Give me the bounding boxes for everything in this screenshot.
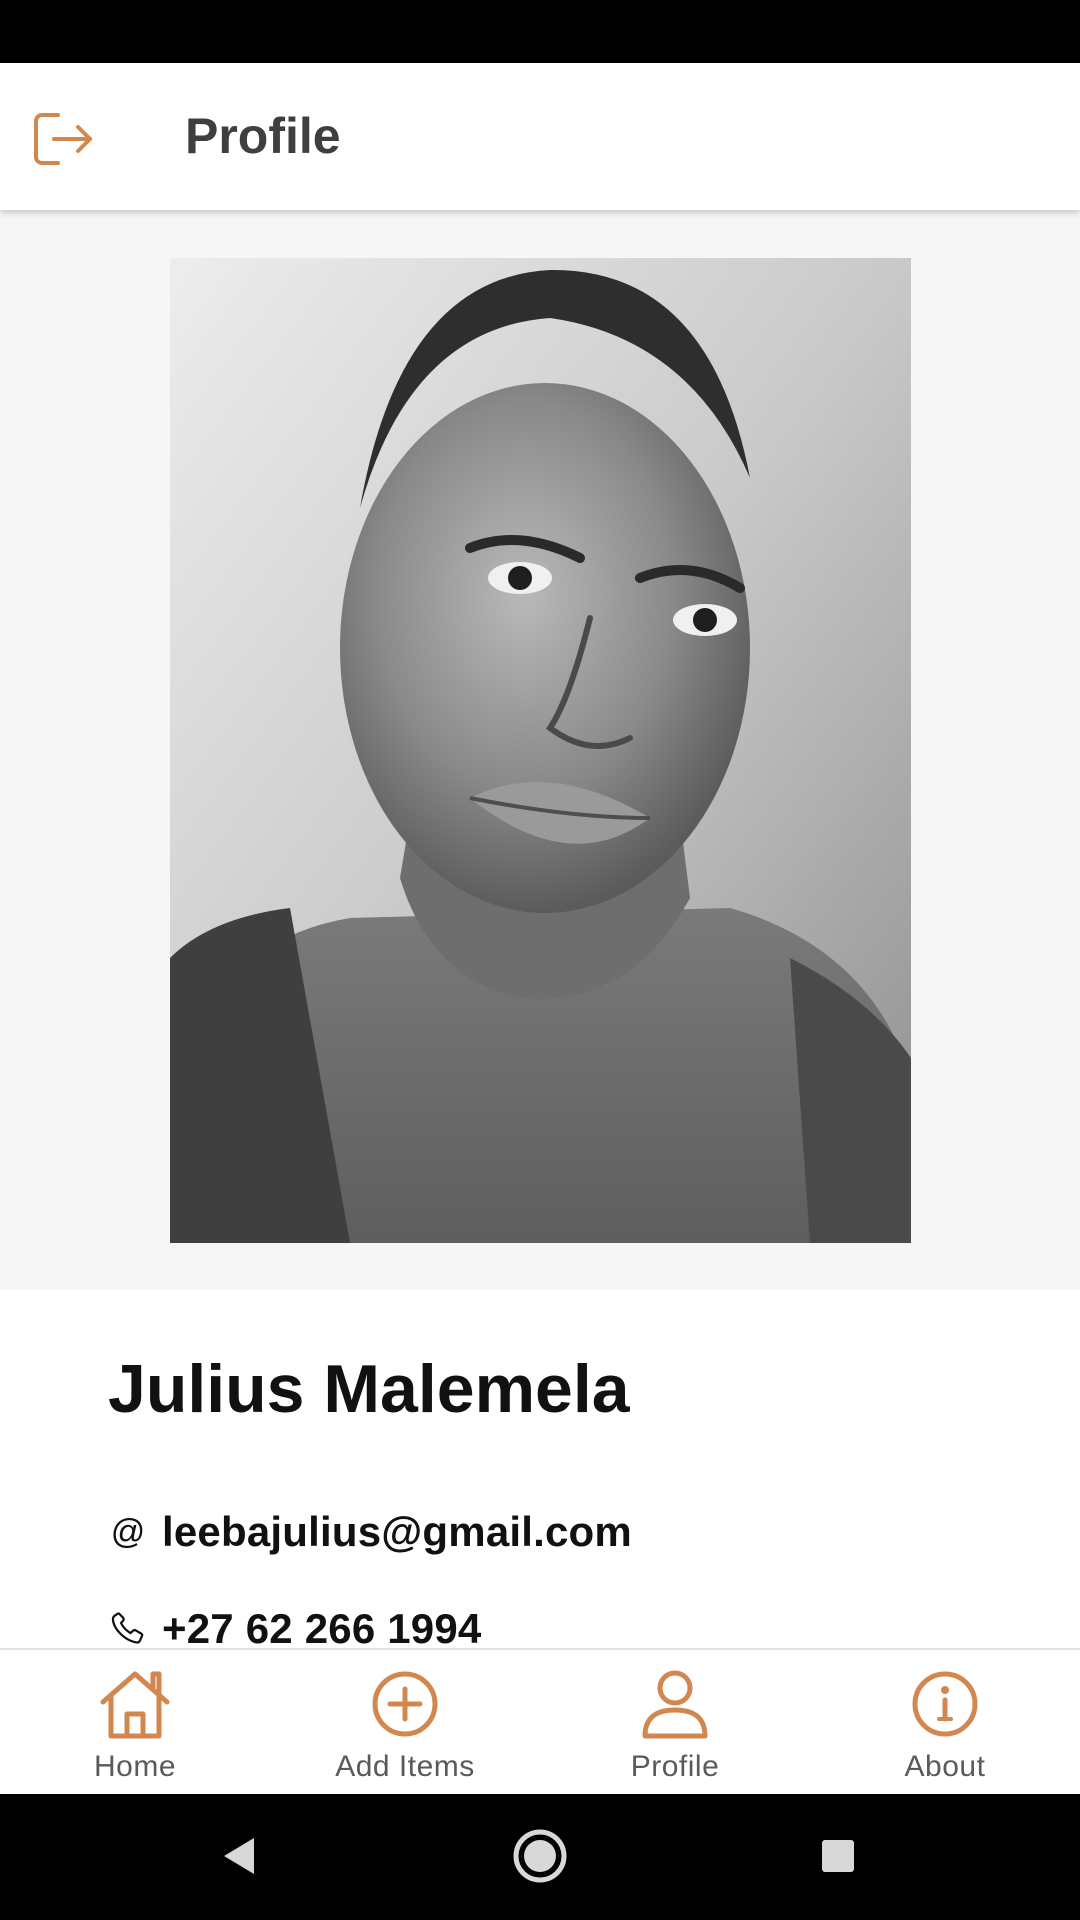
recents-icon [822,1840,854,1872]
bottom-navigation: Home Add Items Profile About [0,1648,1080,1794]
email-text: leebajulius@gmail.com [162,1508,632,1555]
back-icon [224,1838,254,1874]
logout-button[interactable] [28,103,100,175]
nav-add-items[interactable]: Add Items [270,1650,540,1794]
profile-info-card: Julius Malemela @ leebajulius@gmail.com … [0,1290,1080,1650]
page-title: Profile [185,108,341,164]
info-icon [905,1666,985,1742]
nav-profile-label: Profile [630,1750,720,1783]
phone-icon [108,1609,148,1649]
email-row: @ leebajulius@gmail.com [108,1508,632,1556]
person-icon [635,1666,715,1742]
phone-row: +27 62 266 1994 [108,1605,481,1650]
add-circle-icon [365,1666,445,1742]
system-navigation-bar [0,1794,1080,1920]
profile-content: Julius Malemela @ leebajulius@gmail.com … [0,210,1080,1650]
home-icon [95,1666,175,1742]
nav-add-items-label: Add Items [335,1750,475,1783]
recents-button[interactable] [806,1824,870,1888]
photo-area [0,210,1080,1290]
phone-text: +27 62 266 1994 [162,1605,482,1650]
app-bar: Profile [0,63,1080,210]
status-bar [0,0,1080,63]
nav-about-label: About [904,1750,986,1783]
back-button[interactable] [208,1824,272,1888]
nav-home-label: Home [93,1750,177,1783]
home-system-button[interactable] [508,1824,572,1888]
at-icon: @ [110,1512,146,1551]
logout-icon [34,113,92,165]
home-circle-icon [513,1829,567,1883]
nav-home[interactable]: Home [0,1650,270,1794]
nav-profile[interactable]: Profile [540,1650,810,1794]
profile-name: Julius Malemela [108,1351,630,1427]
profile-photo [170,258,911,1243]
nav-about[interactable]: About [810,1650,1080,1794]
